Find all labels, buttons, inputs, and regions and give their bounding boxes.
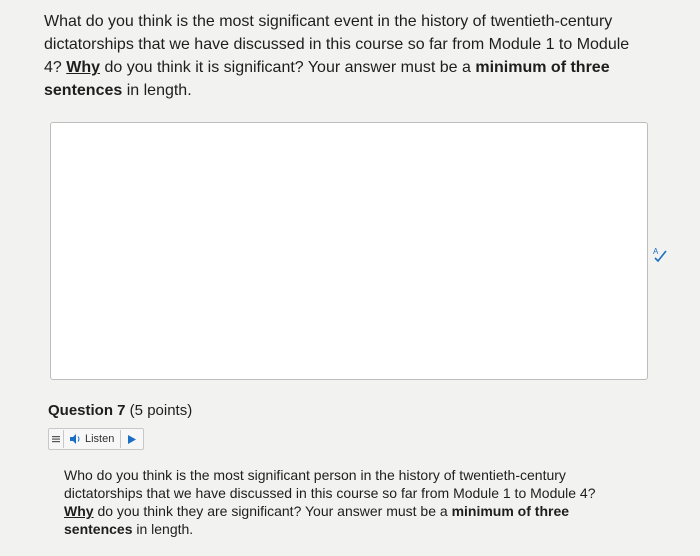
question-7-prompt: Who do you think is the most significant… (64, 466, 624, 538)
question-7-points: (5 points) (125, 402, 193, 419)
spellcheck-icon[interactable]: A (652, 246, 668, 262)
menu-icon[interactable] (49, 430, 64, 448)
question-7-title: Question 7 (48, 402, 126, 419)
q7-text-1: Who do you think is the most significant… (64, 467, 596, 501)
play-icon (128, 434, 137, 444)
q7-why: Why (64, 503, 94, 519)
svg-text:A: A (653, 247, 659, 256)
speaker-icon (70, 434, 80, 444)
q6-why: Why (66, 59, 101, 76)
q6-text-2: do you think it is significant? Your ans… (100, 59, 476, 76)
q7-text-2: do you think they are significant? Your … (93, 503, 452, 519)
listen-toolbar: Listen (48, 428, 145, 450)
answer-textarea[interactable] (50, 122, 648, 380)
play-button[interactable] (121, 430, 143, 448)
listen-button[interactable]: Listen (64, 430, 122, 448)
listen-label: Listen (85, 433, 115, 445)
q7-text-3: in length. (132, 521, 194, 537)
q6-text-3: in length. (122, 82, 192, 99)
question-7-header: Question 7 (5 points) (48, 402, 192, 419)
question-6-prompt: What do you think is the most significan… (44, 10, 644, 102)
